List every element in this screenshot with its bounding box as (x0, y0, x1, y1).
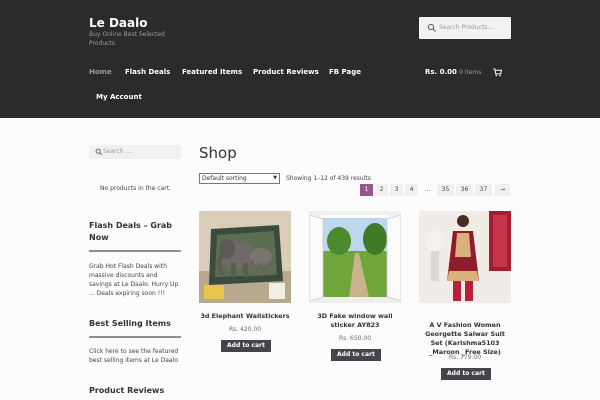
product-name[interactable]: 3D Fake window wall sticker AY823 (309, 312, 401, 330)
sort-dropdown[interactable]: Default sorting ▼ (199, 173, 280, 184)
nav-my-account[interactable]: My Account (96, 93, 142, 101)
sidebar-cart-empty: No products in the cart. (100, 185, 172, 192)
add-to-cart-button[interactable]: Add to cart (441, 368, 491, 380)
sidebar-search-placeholder: Search … (103, 148, 132, 155)
pagination-ellipsis: … (424, 186, 431, 193)
widget-text-best-selling[interactable]: Click here to see the featured best sell… (89, 347, 181, 365)
widget-title-flash-deals: Flash Deals – Grab Now (89, 221, 173, 242)
pagination-page-37[interactable]: 37 (475, 184, 492, 196)
widget-text-flash-deals[interactable]: Grab Hot Flash Deals with massive discou… (89, 262, 181, 298)
nav-home[interactable]: Home (89, 68, 112, 76)
product-price: Rs. 420.00 (228, 326, 262, 333)
salwar-suit-image (419, 211, 511, 303)
product-price: Rs. 650.00 (338, 335, 372, 342)
site-tagline: Buy Online Best Selected Products (89, 31, 165, 47)
elephant-wallsticker-image (199, 211, 291, 303)
site-header: Le Daalo Buy Online Best Selected Produc… (0, 0, 600, 118)
product-image[interactable] (419, 211, 511, 303)
sort-selected-value: Default sorting (202, 175, 247, 182)
search-icon (427, 23, 436, 32)
nav-featured-items[interactable]: Featured Items (182, 68, 242, 76)
site-title[interactable]: Le Daalo (89, 16, 147, 30)
nav-flash-deals[interactable]: Flash Deals (125, 68, 170, 76)
search-placeholder: Search Products… (439, 24, 494, 31)
cart-count[interactable]: 0 items (459, 69, 481, 76)
pagination-page-1[interactable]: 1 (360, 184, 373, 196)
pagination-next[interactable]: → (495, 184, 510, 196)
pagination-page-35[interactable]: 35 (437, 184, 454, 196)
product-price: Rs. 779.00 (448, 354, 482, 361)
add-to-cart-button[interactable]: Add to cart (221, 340, 271, 352)
product-name[interactable]: 3d Elephant Wallstickers (199, 312, 291, 321)
page-title: Shop (199, 144, 237, 162)
cart-total[interactable]: Rs. 0.00 (425, 68, 457, 76)
result-count: Showing 1–12 of 439 results (286, 175, 371, 182)
product-search-input[interactable]: Search Products… (419, 17, 511, 39)
widget-divider (89, 250, 181, 252)
product-card: 3D Fake window wall sticker AY823 Rs. 65… (309, 211, 401, 361)
sidebar-search-input[interactable]: Search … (89, 145, 181, 159)
widget-title-best-selling: Best Selling Items (89, 319, 171, 328)
chevron-down-icon: ▼ (273, 175, 277, 181)
product-card: 3d Elephant Wallstickers Rs. 420.00 Add … (199, 211, 291, 361)
pagination-page-2[interactable]: 2 (375, 184, 388, 196)
product-image[interactable] (309, 211, 401, 303)
widget-title-product-reviews: Product Reviews (89, 386, 165, 395)
search-icon (95, 148, 103, 156)
pagination-page-4[interactable]: 4 (405, 184, 418, 196)
product-card: A V Fashion Women Georgette Salwar Suit … (419, 211, 511, 386)
product-name[interactable]: A V Fashion Women Georgette Salwar Suit … (419, 321, 511, 357)
pagination-page-36[interactable]: 36 (456, 184, 473, 196)
widget-divider (89, 336, 181, 338)
nav-fb-page[interactable]: FB Page (329, 68, 361, 76)
product-image[interactable] (199, 211, 291, 303)
nav-product-reviews[interactable]: Product Reviews (253, 68, 319, 76)
pagination-page-3[interactable]: 3 (390, 184, 403, 196)
fake-window-sticker-image (309, 211, 401, 303)
cart-icon[interactable] (493, 68, 502, 77)
add-to-cart-button[interactable]: Add to cart (331, 349, 381, 361)
